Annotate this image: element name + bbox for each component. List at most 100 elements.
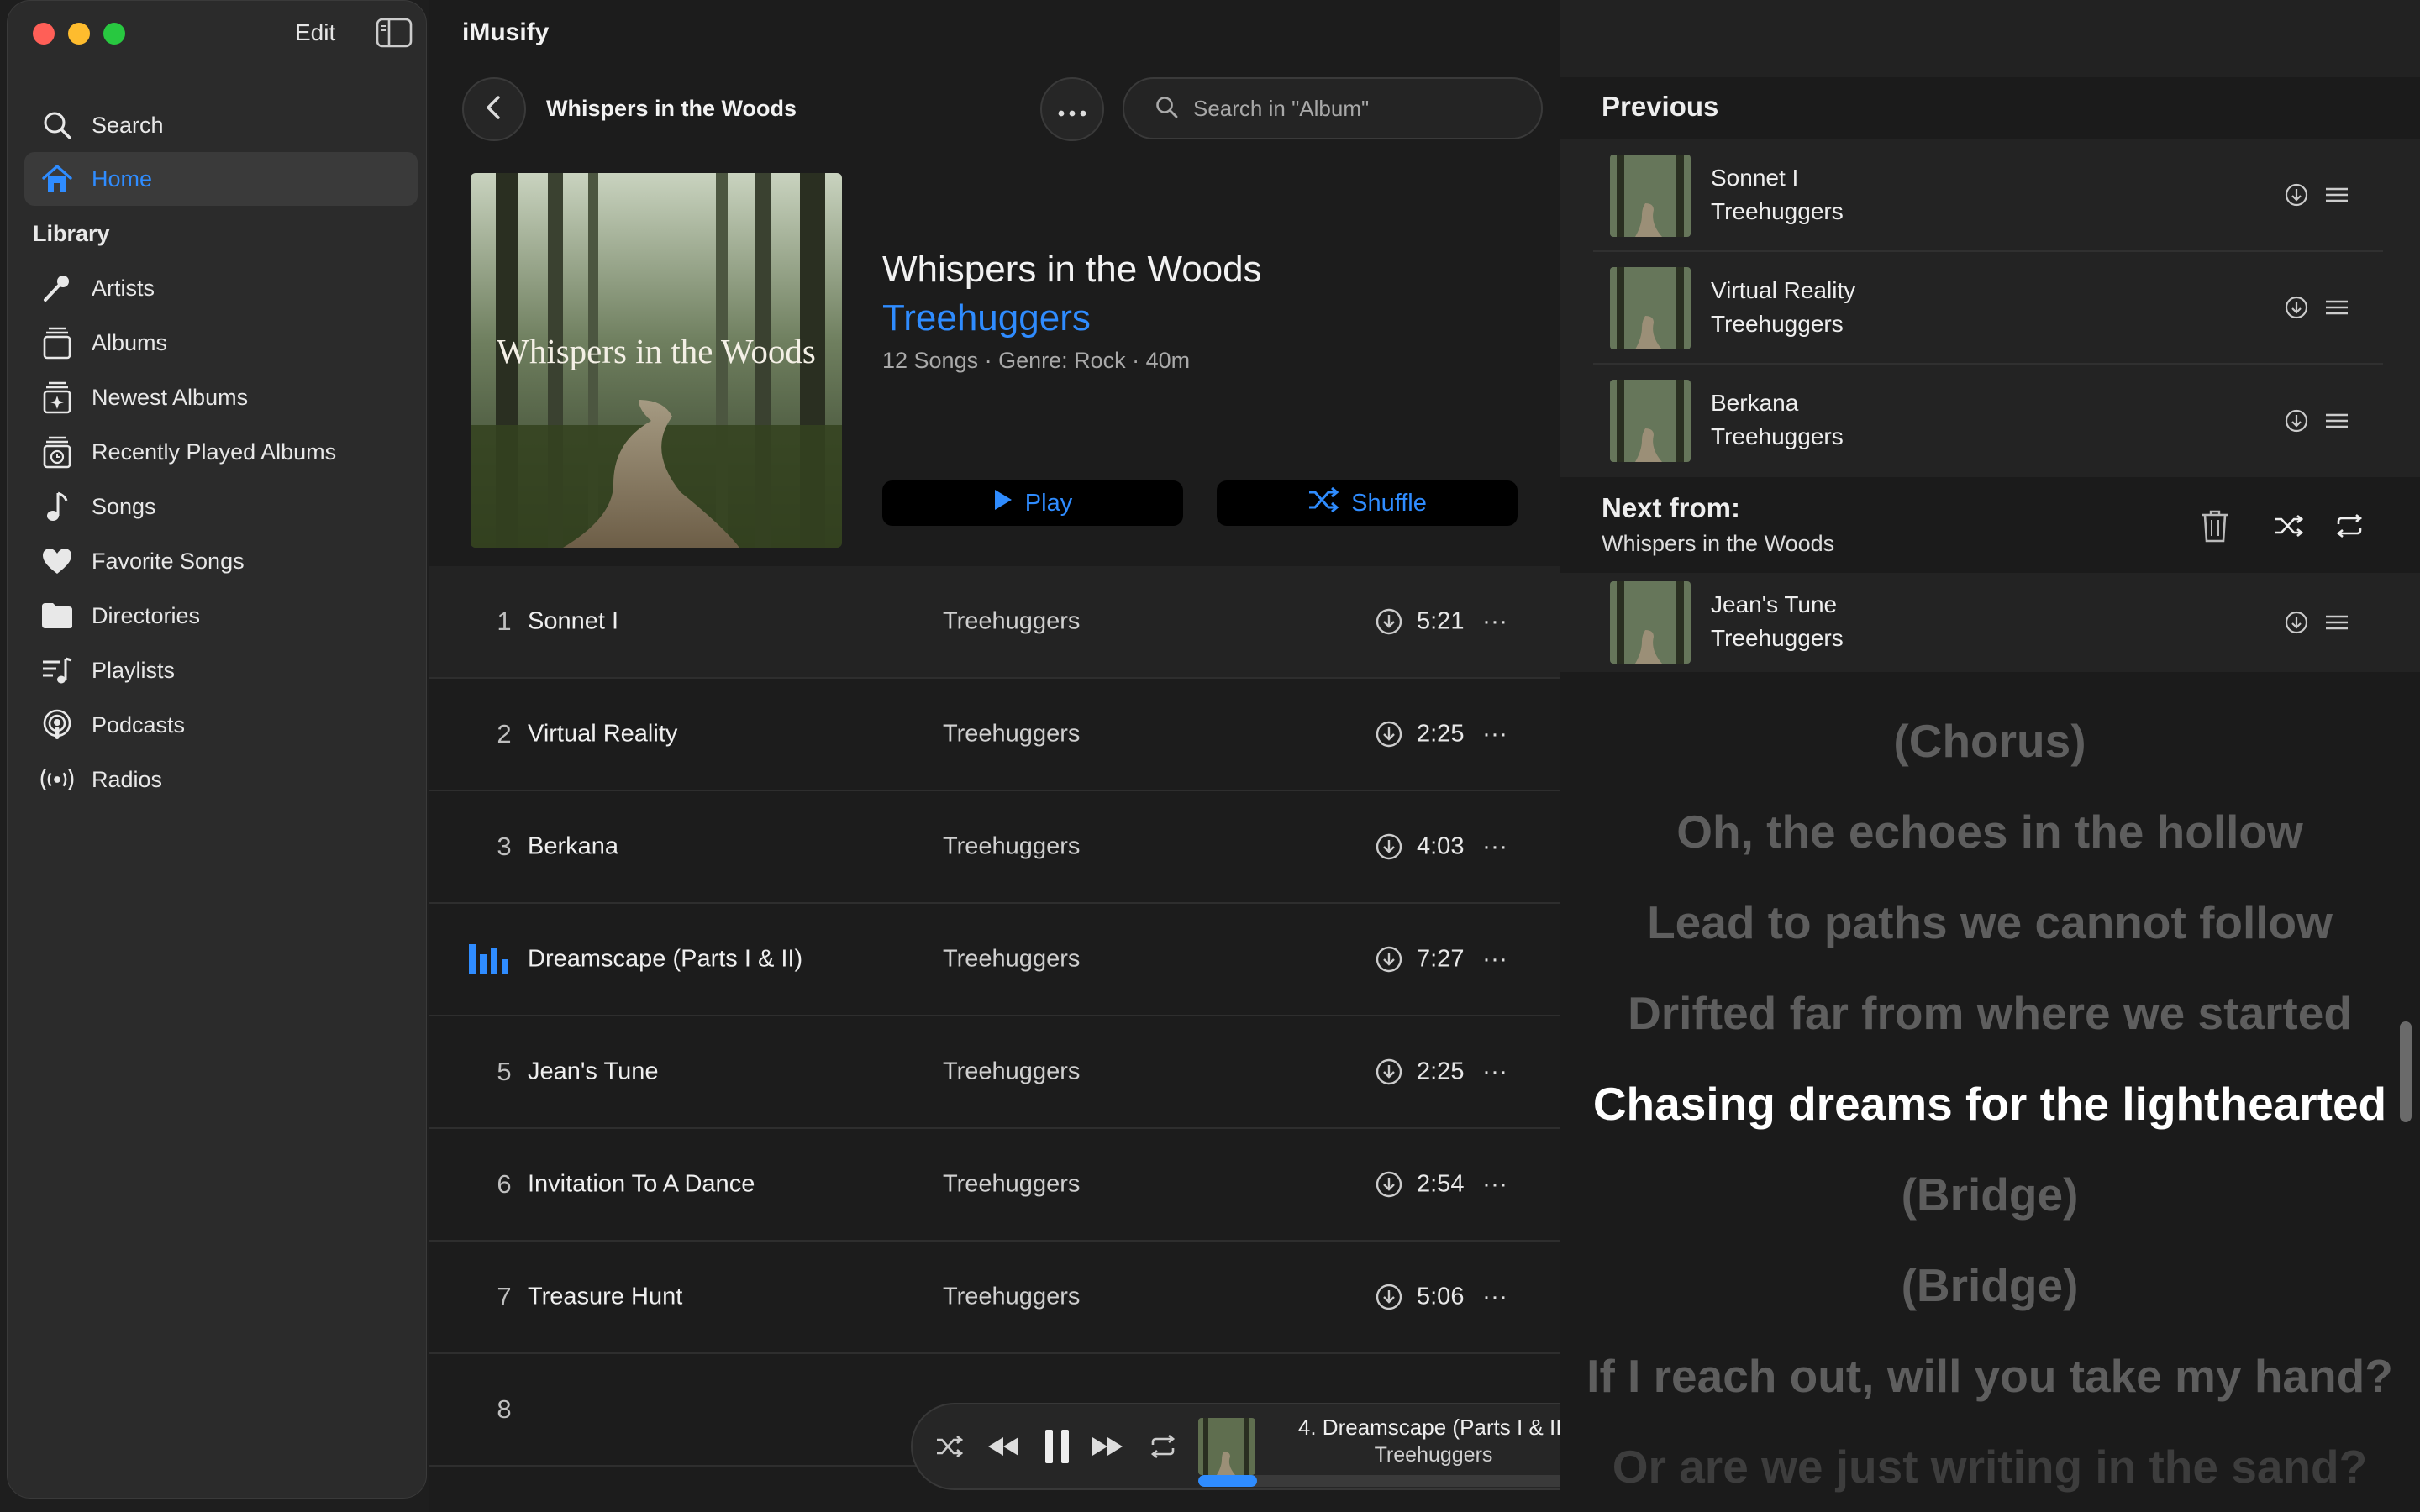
- lyric-line[interactable]: Or are we just writing in the sand?: [1560, 1421, 2420, 1512]
- lyric-line-current[interactable]: Chasing dreams for the lighthearted: [1560, 1058, 2420, 1149]
- lyric-line[interactable]: Oh, the echoes in the hollow: [1560, 786, 2420, 877]
- fast-forward-icon[interactable]: [1089, 1430, 1126, 1463]
- track-more-button[interactable]: ···: [1482, 1170, 1507, 1199]
- table-row[interactable]: 3 Berkana Treehuggers 4:03 ···: [429, 791, 1560, 904]
- track-more-button[interactable]: ···: [1482, 1058, 1507, 1086]
- download-icon[interactable]: [1375, 1170, 1403, 1199]
- shuffle-button[interactable]: Shuffle: [1217, 480, 1518, 526]
- track-duration: 5:06: [1417, 1283, 1465, 1310]
- queue-artwork: [1610, 155, 1691, 237]
- lyric-line[interactable]: (Bridge): [1560, 1149, 2420, 1240]
- zoom-window-button[interactable]: [103, 23, 125, 45]
- lyric-line[interactable]: Lead to paths we cannot follow: [1560, 877, 2420, 968]
- download-icon[interactable]: [2284, 295, 2309, 320]
- list-item[interactable]: Berkana Treehuggers: [1593, 365, 2383, 477]
- sidebar-toggle-icon[interactable]: [376, 18, 413, 48]
- sidebar-item-directories[interactable]: Directories: [24, 589, 418, 643]
- sidebar-item-playlists[interactable]: Playlists: [24, 643, 418, 697]
- track-artist: Treehuggers: [943, 832, 1081, 860]
- previous-label: Previous: [1602, 91, 1719, 122]
- pause-icon[interactable]: [1039, 1426, 1076, 1467]
- album-search-box[interactable]: [1123, 77, 1543, 139]
- sidebar-item-podcasts[interactable]: Podcasts: [24, 698, 418, 752]
- drag-handle-icon[interactable]: [2326, 300, 2348, 315]
- lyric-line[interactable]: If I reach out, will you take my hand?: [1560, 1331, 2420, 1421]
- next-from-album: Whispers in the Woods: [1602, 531, 1835, 556]
- sidebar-item-home[interactable]: Home: [24, 152, 418, 206]
- lyric-line[interactable]: (Bridge): [1560, 1240, 2420, 1331]
- table-row[interactable]: 5 Jean's Tune Treehuggers 2:25 ···: [429, 1016, 1560, 1129]
- queue-shuffle-icon[interactable]: [2270, 507, 2307, 544]
- lyrics-scrollbar[interactable]: [2400, 1021, 2412, 1122]
- back-button[interactable]: [462, 77, 526, 141]
- table-row[interactable]: 1 Sonnet I Treehuggers 5:21 ···: [429, 566, 1560, 679]
- track-more-button[interactable]: ···: [1482, 945, 1507, 974]
- sidebar-item-radios[interactable]: Radios: [24, 753, 418, 806]
- download-icon[interactable]: [1375, 832, 1403, 861]
- clear-queue-trash-icon[interactable]: [2196, 507, 2233, 544]
- queue-repeat-icon[interactable]: [2331, 507, 2368, 544]
- track-artist: Treehuggers: [943, 1283, 1081, 1310]
- list-item[interactable]: Jean's Tune Treehuggers: [1593, 566, 2383, 679]
- album-meta: 12 Songs · Genre: Rock · 40m: [882, 348, 1191, 373]
- table-row[interactable]: 7 Treasure Hunt Treehuggers 5:06 ···: [429, 1242, 1560, 1354]
- download-icon[interactable]: [1375, 1058, 1403, 1086]
- track-more-button[interactable]: ···: [1482, 832, 1507, 861]
- track-duration: 5:21: [1417, 607, 1465, 635]
- drag-handle-icon[interactable]: [2326, 187, 2348, 202]
- player-artwork[interactable]: [1198, 1418, 1255, 1475]
- album-more-button[interactable]: [1040, 77, 1104, 141]
- sidebar-item-songs[interactable]: Songs: [24, 480, 418, 533]
- sidebar-item-favorite-songs[interactable]: Favorite Songs: [24, 534, 418, 588]
- table-row[interactable]: 6 Invitation To A Dance Treehuggers 2:54…: [429, 1129, 1560, 1242]
- sidebar-item-label: Directories: [92, 602, 201, 628]
- edit-button[interactable]: Edit: [295, 19, 335, 46]
- lyric-line[interactable]: (Chorus): [1560, 696, 2420, 786]
- lyric-line[interactable]: Drifted far from where we started: [1560, 968, 2420, 1058]
- track-number: 7: [497, 1282, 512, 1311]
- download-icon[interactable]: [2284, 610, 2309, 635]
- minimize-window-button[interactable]: [68, 23, 90, 45]
- download-icon[interactable]: [2284, 408, 2309, 433]
- sidebar-item-artists[interactable]: Artists: [24, 261, 418, 315]
- sidebar-item-albums[interactable]: Albums: [24, 316, 418, 370]
- search-icon: [38, 106, 76, 144]
- close-window-button[interactable]: [33, 23, 55, 45]
- drag-handle-icon[interactable]: [2326, 615, 2348, 630]
- track-more-button[interactable]: ···: [1482, 607, 1507, 636]
- sidebar-item-recently-played[interactable]: Recently Played Albums: [24, 425, 418, 479]
- sidebar-item-newest-albums[interactable]: Newest Albums: [24, 370, 418, 424]
- list-item[interactable]: Sonnet I Treehuggers: [1593, 139, 2383, 252]
- table-row-now-playing[interactable]: Dreamscape (Parts I & II) Treehuggers 7:…: [429, 904, 1560, 1016]
- download-icon[interactable]: [1375, 945, 1403, 974]
- list-item[interactable]: Virtual Reality Treehuggers: [1593, 252, 2383, 365]
- track-more-button[interactable]: ···: [1482, 720, 1507, 748]
- track-duration: 4:03: [1417, 832, 1465, 860]
- shuffle-icon: [1307, 486, 1339, 519]
- album-search-input[interactable]: [1193, 95, 1512, 122]
- album-artist-link[interactable]: Treehuggers: [882, 297, 1091, 339]
- library-section-label: Library: [33, 221, 110, 246]
- header-album-name: Whispers in the Woods: [546, 96, 797, 121]
- download-icon[interactable]: [1375, 720, 1403, 748]
- player-track-title: 4. Dreamscape (Parts I & II): [1297, 1415, 1570, 1440]
- rewind-icon[interactable]: [985, 1430, 1022, 1463]
- track-artist: Treehuggers: [943, 1170, 1081, 1198]
- sidebar-item-search[interactable]: Search: [24, 98, 418, 152]
- drag-handle-icon[interactable]: [2326, 413, 2348, 428]
- track-title: Invitation To A Dance: [528, 1170, 755, 1198]
- sidebar-item-label: Podcasts: [92, 711, 186, 738]
- download-icon[interactable]: [1375, 607, 1403, 636]
- queue-song-title: Sonnet I: [1711, 165, 1799, 191]
- track-more-button[interactable]: ···: [1482, 1283, 1507, 1311]
- repeat-icon[interactable]: [1146, 1430, 1180, 1463]
- queue-song-artist: Treehuggers: [1711, 423, 1844, 449]
- queue-song-artist: Treehuggers: [1711, 198, 1844, 224]
- track-number: 3: [497, 832, 512, 861]
- download-icon[interactable]: [1375, 1283, 1403, 1311]
- sidebar-item-label: Albums: [92, 329, 168, 355]
- download-icon[interactable]: [2284, 182, 2309, 207]
- player-shuffle-icon[interactable]: [933, 1430, 966, 1463]
- play-button[interactable]: Play: [882, 480, 1183, 526]
- table-row[interactable]: 2 Virtual Reality Treehuggers 2:25 ···: [429, 679, 1560, 791]
